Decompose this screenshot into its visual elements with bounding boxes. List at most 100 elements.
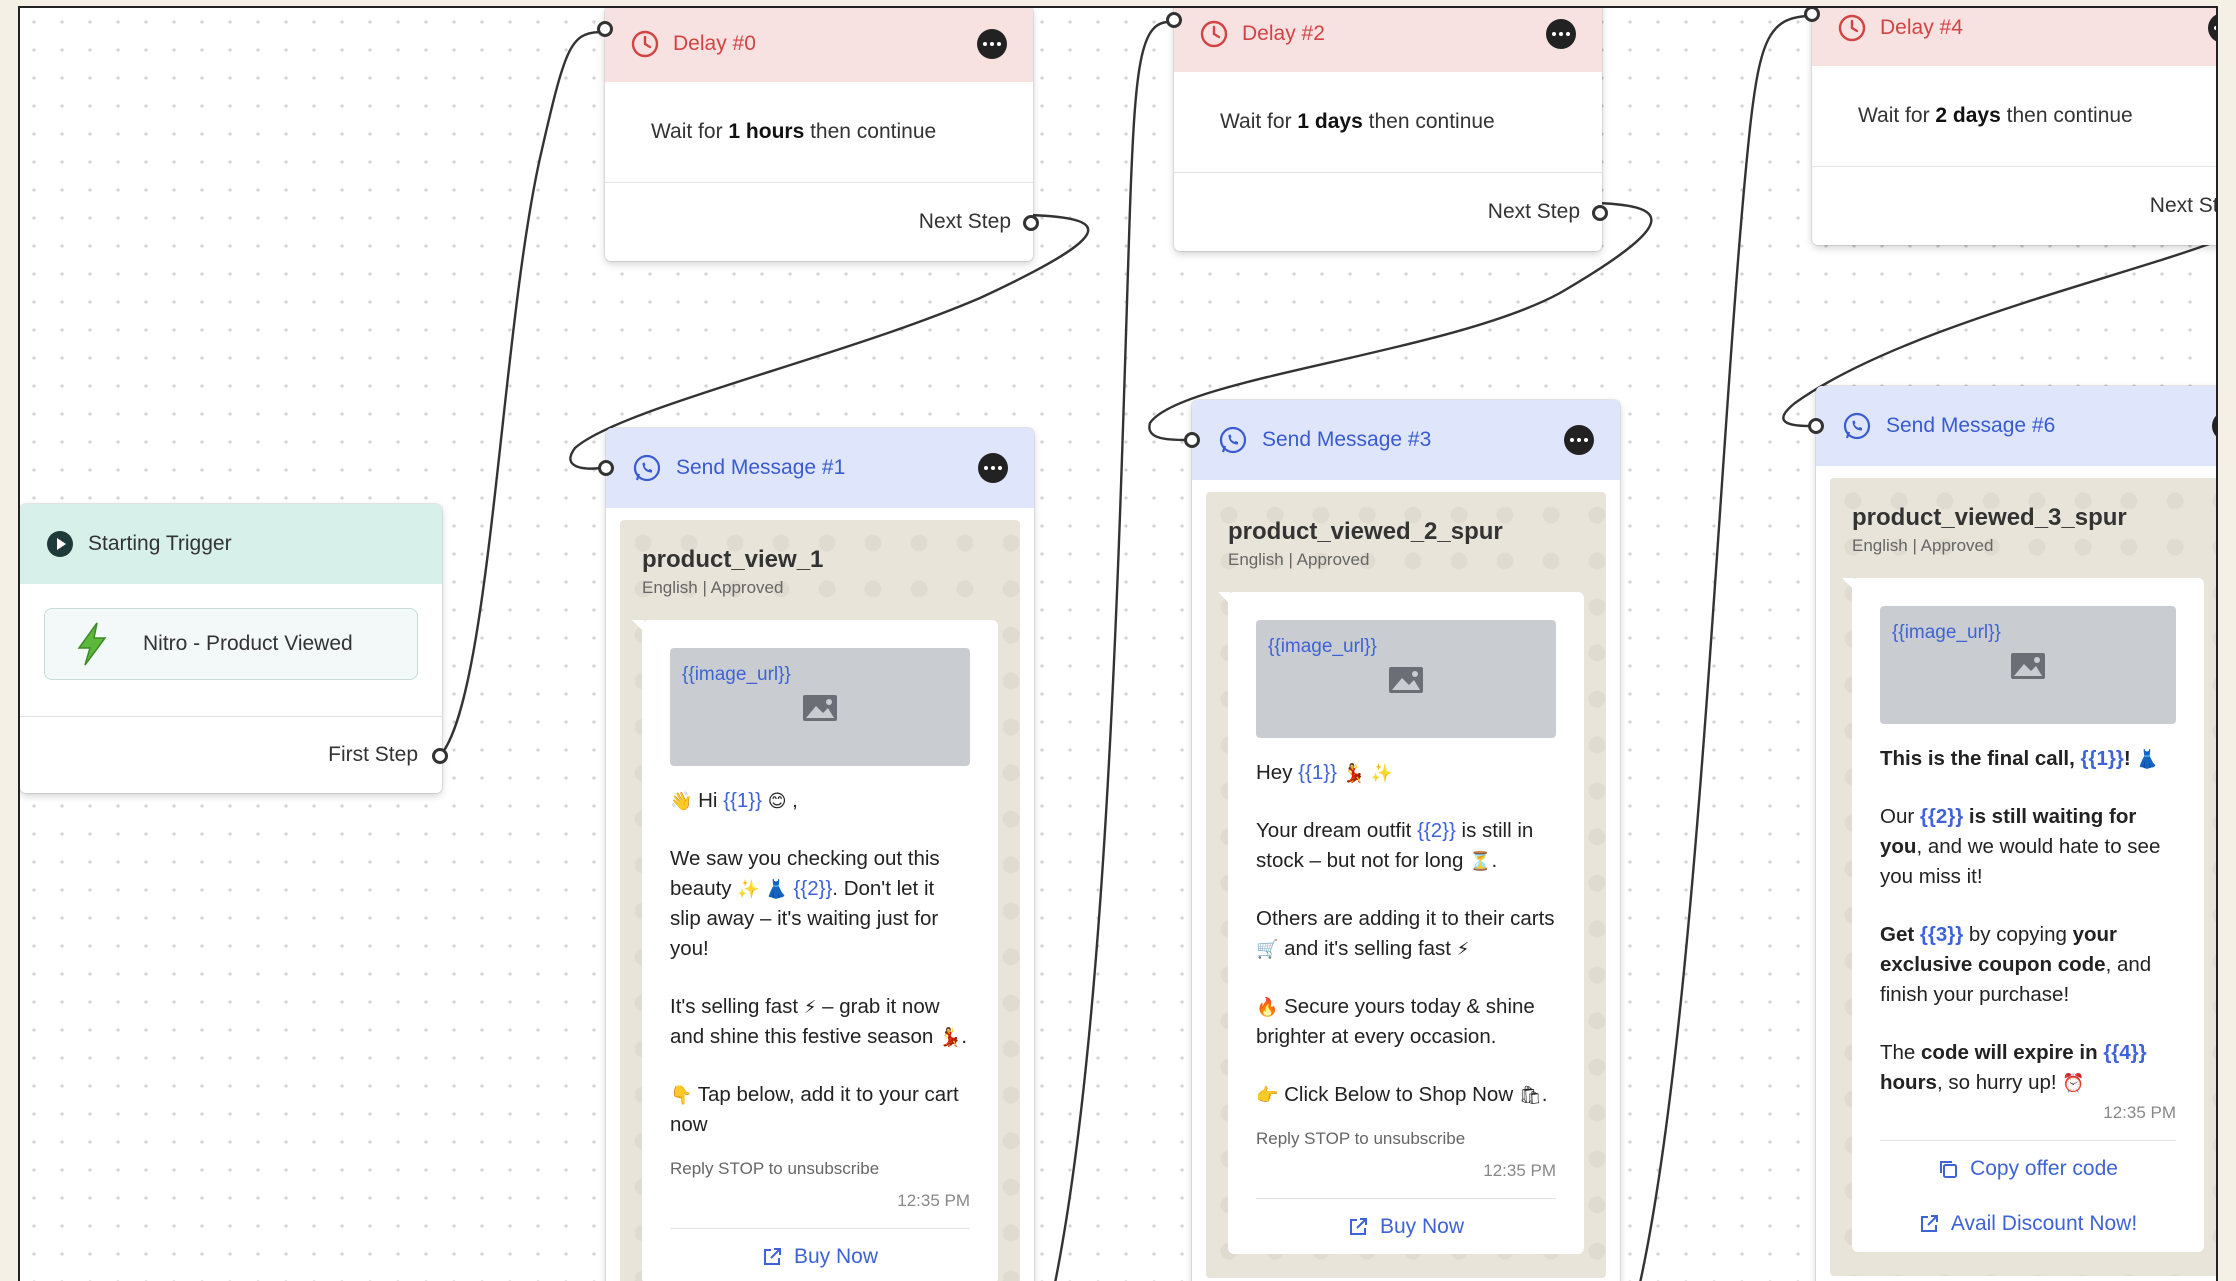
more-options-icon[interactable]: [978, 453, 1008, 483]
delay-node-0[interactable]: Delay #0 Wait for 1 hours then continue …: [597, 8, 1039, 261]
starting-trigger-node[interactable]: Starting Trigger Nitro - Product Viewed …: [20, 504, 448, 793]
delay-0-body: Wait for 1 hours then continue: [605, 82, 1033, 183]
message-time: 12:35 PM: [897, 1191, 970, 1210]
hourglass-emoji-icon: ⏳: [1469, 851, 1492, 871]
delay-amount: 1 days: [1297, 110, 1363, 133]
message-bubble: {{image_url}} Hey {{1}} 💃 ✨ Your dream o…: [1218, 592, 1584, 1254]
delay-node-2[interactable]: Delay #2 Wait for 1 days then continue N…: [1166, 8, 1608, 251]
delay-0-next-handle[interactable]: [1023, 215, 1039, 231]
msg-text: Get: [1880, 923, 1920, 946]
delay-4-header: Delay #4: [1812, 8, 2216, 66]
more-options-icon[interactable]: [977, 29, 1007, 59]
delay-text: Wait for: [1858, 104, 1936, 127]
edge-msg1-delay2: [1054, 20, 1169, 1281]
message-6-header: Send Message #6: [1816, 386, 2216, 466]
delay-2-header: Delay #2: [1174, 8, 1602, 72]
message-body: 👋 Hi {{1}} 😊 , We saw you checking out t…: [670, 789, 968, 1136]
message-body: This is the final call, {{1}}! 👗 Our {{2…: [1880, 747, 2161, 1094]
next-step-label: Next Step: [918, 210, 1011, 233]
template-name: product_viewed_3_spur: [1852, 504, 2127, 531]
msg-text: by copying: [1963, 923, 2073, 946]
dancer-emoji-icon: 💃: [1342, 763, 1366, 783]
delay-0-header: Delay #0: [605, 8, 1033, 82]
delay-0-input-handle[interactable]: [597, 21, 613, 37]
message-6-input-handle[interactable]: [1808, 418, 1824, 434]
avail-discount-button[interactable]: Avail Discount Now!: [1880, 1196, 2176, 1252]
msg-text: Your dream outfit: [1256, 819, 1418, 842]
message-body: Hey {{1}} 💃 ✨ Your dream outfit {{2}} is…: [1256, 761, 1555, 1106]
more-options-icon[interactable]: [1546, 19, 1576, 49]
alarm-clock-emoji-icon: ⏰: [2062, 1073, 2085, 1093]
delay-amount: 2 days: [1935, 104, 2001, 127]
image-variable: {{image_url}}: [682, 664, 791, 685]
message-6-title: Send Message #6: [1886, 414, 2056, 437]
delay-node-4[interactable]: Delay #4 Wait for 2 days then continue N…: [1804, 8, 2218, 245]
message-6-preview: product_viewed_3_spur English | Approved…: [1830, 478, 2216, 1276]
message-time: 12:35 PM: [2103, 1103, 2176, 1122]
edge-trigger-delay0: [437, 30, 601, 759]
msg-text: hours: [1880, 1071, 1937, 1094]
template-name: product_view_1: [642, 546, 824, 573]
message-3-preview: product_viewed_2_spur English | Approved…: [1206, 492, 1606, 1278]
trigger-header: Starting Trigger: [20, 504, 442, 584]
buy-now-button[interactable]: Buy Now: [1256, 1198, 1556, 1254]
template-name: product_viewed_2_spur: [1228, 518, 1503, 545]
trigger-event-pill[interactable]: Nitro - Product Viewed: [44, 608, 418, 680]
copy-offer-code-button[interactable]: Copy offer code: [1880, 1140, 2176, 1196]
message-3-header: Send Message #3: [1192, 400, 1620, 480]
clock-icon: [1838, 14, 1866, 42]
sparkles-emoji-icon: ✨: [1370, 763, 1394, 783]
buy-now-button[interactable]: Buy Now: [670, 1228, 970, 1281]
msg-text: Tap below, add it to your cart now: [670, 1083, 959, 1136]
trigger-title: Starting Trigger: [88, 532, 232, 555]
variable-token: {{1}}: [1298, 761, 1337, 784]
more-options-icon[interactable]: [2208, 13, 2216, 43]
next-step-label: Next Step: [2149, 194, 2218, 217]
delay-0-footer: Next Step: [605, 183, 1033, 261]
msg-text: and it's selling fast: [1278, 937, 1457, 960]
template-meta: English | Approved: [1852, 536, 1994, 555]
button-label: Buy Now: [793, 1244, 879, 1268]
message-1-input-handle[interactable]: [598, 460, 614, 476]
image-icon: [1389, 667, 1423, 693]
msg-text: code will expire in: [1921, 1041, 2104, 1064]
msg-text: It's selling fast: [670, 995, 804, 1018]
more-options-icon[interactable]: [1564, 425, 1594, 455]
msg-text: , so hurry up!: [1936, 1071, 2063, 1094]
external-link-icon: [1920, 1215, 1938, 1232]
image-variable: {{image_url}}: [1268, 636, 1377, 657]
edge-msg3-delay4: [1639, 14, 1809, 1281]
delay-0-title: Delay #0: [673, 32, 756, 55]
play-icon: [47, 531, 73, 557]
delay-2-input-handle[interactable]: [1166, 12, 1182, 28]
message-1-preview: product_view_1 English | Approved {{imag…: [620, 520, 1020, 1281]
lightning-emoji-icon: ⚡: [1456, 939, 1470, 959]
fire-emoji-icon: 🔥: [1256, 997, 1279, 1017]
wave-emoji-icon: 👋: [670, 791, 693, 811]
more-options-icon[interactable]: [2212, 411, 2216, 441]
variable-token: {{2}}: [1919, 805, 1964, 828]
trigger-footer: First Step: [20, 717, 442, 793]
unsubscribe-note: Reply STOP to unsubscribe: [1256, 1129, 1466, 1148]
dress-emoji-icon: 👗: [765, 879, 788, 899]
msg-text: Click Below to Shop Now: [1278, 1083, 1519, 1106]
send-message-node-6[interactable]: Send Message #6 product_viewed_3_spur En…: [1808, 386, 2216, 1281]
copy-icon: [1940, 1160, 1958, 1178]
clock-icon: [1200, 20, 1228, 48]
message-3-input-handle[interactable]: [1184, 432, 1200, 448]
send-message-node-1[interactable]: Send Message #1 product_view_1 English |…: [598, 428, 1034, 1281]
msg-text: , and we would hate to see you miss it!: [1880, 835, 2161, 888]
flow-canvas[interactable]: Starting Trigger Nitro - Product Viewed …: [18, 6, 2218, 1281]
send-message-node-3[interactable]: Send Message #3 product_viewed_2_spur En…: [1184, 400, 1620, 1281]
trigger-body: Nitro - Product Viewed: [20, 584, 442, 717]
delay-4-input-handle[interactable]: [1804, 8, 1820, 22]
delay-2-next-handle[interactable]: [1592, 205, 1608, 221]
sparkles-emoji-icon: ✨: [737, 879, 760, 899]
first-step-handle[interactable]: [432, 748, 448, 764]
image-variable: {{image_url}}: [1892, 622, 2001, 643]
pointing-right-emoji-icon: 👉: [1256, 1085, 1279, 1105]
image-icon: [2011, 653, 2045, 679]
delay-2-body: Wait for 1 days then continue: [1174, 72, 1602, 173]
variable-token: {{4}}: [2103, 1041, 2147, 1064]
first-step-label: First Step: [328, 743, 418, 766]
